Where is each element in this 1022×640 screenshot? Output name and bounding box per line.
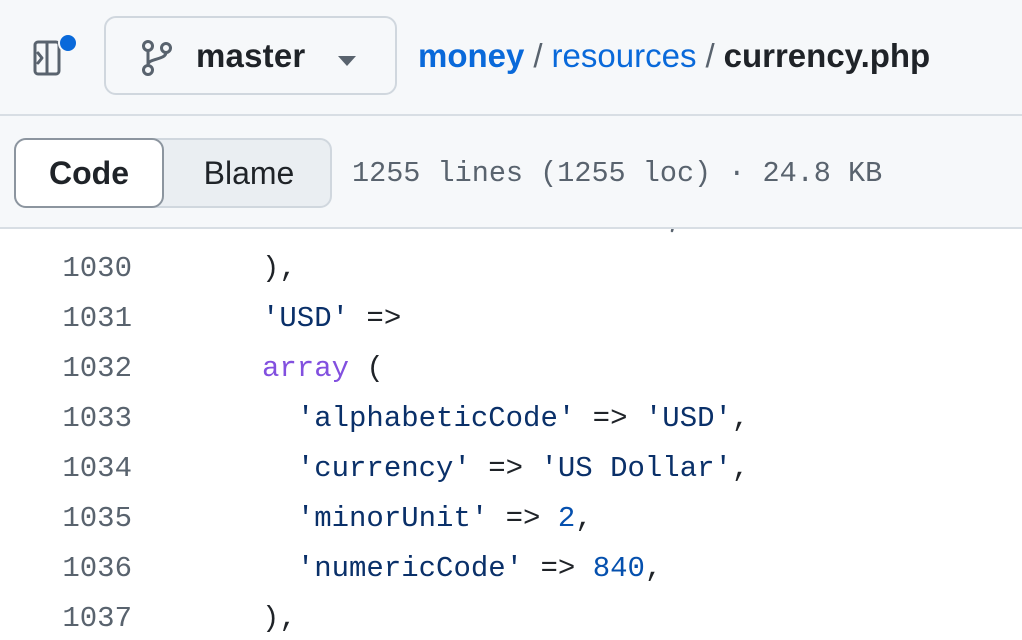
file-header: master money / resources / currency.php (0, 0, 1022, 116)
line-code: 'minorUnit' => 2, (262, 494, 593, 544)
line-number[interactable]: 1032 (0, 344, 132, 394)
line-number[interactable]: 1037 (0, 594, 132, 640)
breadcrumb-repo-link[interactable]: money (418, 37, 524, 74)
code-token: => (470, 452, 541, 485)
code-line: 1035 'minorUnit' => 2, (0, 494, 1022, 544)
code-token: 'currency' (296, 452, 471, 485)
code-token: 'minorUnit' (296, 502, 489, 535)
line-number[interactable]: 1036 (0, 544, 132, 594)
code-token: 2 (557, 502, 576, 535)
clipped-comma-glyph (670, 229, 674, 233)
breadcrumb-current-file: currency.php (723, 37, 931, 74)
code-token: 840 (592, 552, 645, 585)
line-number[interactable]: 1030 (0, 244, 132, 294)
code-token: , (575, 502, 593, 535)
line-number[interactable]: 1035 (0, 494, 132, 544)
code-line: 1032 array ( (0, 344, 1022, 394)
line-code: 'USD' => (262, 294, 401, 344)
code-line: 1030), (0, 244, 1022, 294)
code-viewer[interactable]: 1030), 1031 'USD' => 1032 array (1033 'alpha… (0, 229, 1022, 640)
branch-selector-button[interactable]: master (104, 16, 397, 95)
line-number[interactable]: 1033 (0, 394, 132, 444)
line-code: ), (262, 244, 297, 294)
line-code: 'numericCode' => 840, (262, 544, 663, 594)
code-token: 'numericCode' (296, 552, 524, 585)
file-info: 1255 lines (1255 loc) · 24.8 KB (352, 157, 883, 190)
triangle-down-icon (337, 54, 357, 66)
line-code: 'alphabeticCode' => 'USD', (262, 394, 750, 444)
code-token: => (523, 552, 593, 585)
line-code: ), (262, 594, 297, 640)
breadcrumb-separator: / (533, 37, 543, 74)
git-branch-icon (140, 40, 174, 76)
code-line: 1034 'currency' => 'US Dollar', (0, 444, 1022, 494)
code-token: => (575, 402, 645, 435)
code-line: 1036 'numericCode' => 840, (0, 544, 1022, 594)
tab-code[interactable]: Code (14, 138, 164, 208)
line-number[interactable]: 1031 (0, 294, 132, 344)
code-token: ( (349, 352, 384, 385)
code-line: 1033 'alphabeticCode' => 'USD', (0, 394, 1022, 444)
file-toolbar: Blame Code 1255 lines (1255 loc) · 24.8 … (0, 116, 1022, 229)
breadcrumb: money / resources / currency.php (418, 36, 930, 76)
breadcrumb-folder-link[interactable]: resources (552, 37, 697, 74)
code-token: ), (262, 252, 297, 285)
line-code: array ( (262, 344, 384, 394)
code-token: 'US Dollar' (540, 452, 732, 485)
code-token: 'USD' (262, 302, 350, 335)
code-token: , (644, 552, 663, 585)
code-token: , (731, 402, 750, 435)
code-token: => (349, 302, 402, 335)
branch-name: master (196, 37, 306, 74)
tab-blame[interactable]: Blame (166, 140, 332, 206)
view-mode-toggle: Blame Code (14, 138, 332, 208)
line-code: 'currency' => 'US Dollar', (262, 444, 750, 494)
code-token: => (488, 502, 558, 535)
line-number[interactable]: 1034 (0, 444, 132, 494)
code-token: ), (262, 602, 297, 635)
code-token: array (262, 352, 350, 385)
breadcrumb-separator: / (705, 37, 715, 74)
code-token: 'USD' (644, 402, 732, 435)
code-token: 'alphabeticCode' (296, 402, 576, 435)
sidebar-expand-icon[interactable] (30, 33, 78, 80)
code-line: 1037), (0, 594, 1022, 640)
code-line: 1031 'USD' => (0, 294, 1022, 344)
code-token: , (731, 452, 750, 485)
